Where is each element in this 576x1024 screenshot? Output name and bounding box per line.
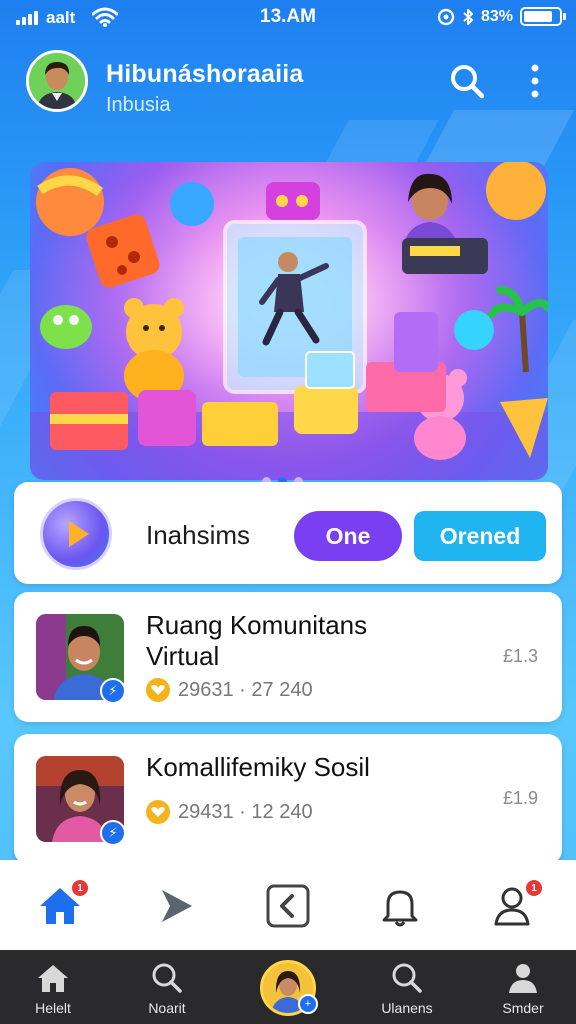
filter-one-button[interactable]: One bbox=[294, 511, 402, 561]
nav-label: Ulanens bbox=[381, 1000, 433, 1016]
nav-item-home[interactable]: Helelt bbox=[8, 950, 98, 1024]
more-vertical-icon[interactable] bbox=[524, 62, 546, 100]
nav-item-search[interactable]: Noarit bbox=[122, 950, 212, 1024]
alarm-icon bbox=[437, 8, 455, 25]
nav-item-explore[interactable]: Ulanens bbox=[362, 950, 452, 1024]
bluetooth-icon bbox=[463, 8, 473, 25]
profile-avatar[interactable] bbox=[26, 50, 88, 112]
item-meta: 29431 · 12 240 bbox=[146, 800, 313, 824]
list-item[interactable]: ⚡ Ruang Komunitans Virtual 29631 · 27 24… bbox=[14, 592, 562, 722]
virtual-community-game-banner bbox=[30, 162, 548, 480]
nav-label: Smder bbox=[502, 1000, 544, 1016]
user-icon bbox=[509, 964, 537, 993]
battery-icon bbox=[520, 7, 566, 26]
app-title: Hibunáshoraaiia bbox=[106, 60, 304, 88]
item-price: £1.3 bbox=[502, 646, 538, 666]
search-icon bbox=[152, 963, 182, 993]
filter-card: Inahsims One Orened bbox=[14, 482, 562, 584]
play-button[interactable] bbox=[40, 498, 112, 570]
nav-item-profile[interactable]: Smder bbox=[478, 950, 568, 1024]
featured-banner[interactable] bbox=[30, 162, 548, 480]
status-bar: aalt 13.AM 83% bbox=[0, 0, 576, 36]
play-arrow-icon bbox=[69, 521, 89, 547]
app-tab-bar: 1 1 bbox=[0, 860, 576, 950]
heart-coin-icon bbox=[146, 678, 170, 702]
list-item[interactable]: ⚡ Komallifemiky Sosil 29431 · 12 240 £1.… bbox=[14, 734, 562, 864]
bell-icon[interactable] bbox=[376, 882, 424, 930]
search-icon[interactable] bbox=[448, 62, 486, 100]
notification-badge: 1 bbox=[72, 880, 88, 896]
back-square-icon[interactable] bbox=[264, 882, 312, 930]
item-meta: 29631 · 27 240 bbox=[146, 678, 313, 702]
plus-icon: + bbox=[298, 994, 318, 1014]
app-subtitle: Inbusia bbox=[106, 94, 171, 116]
notification-badge: 1 bbox=[526, 880, 542, 896]
search-icon bbox=[392, 963, 422, 993]
filter-opened-button[interactable]: Orened bbox=[414, 511, 546, 561]
item-title: Ruang Komunitans Virtual bbox=[146, 610, 368, 671]
lightning-icon: ⚡ bbox=[100, 820, 126, 846]
item-title: Komallifemiky Sosil bbox=[146, 752, 370, 782]
item-price: £1.9 bbox=[502, 788, 538, 808]
lightning-icon: ⚡ bbox=[100, 678, 126, 704]
play-arrow-icon[interactable] bbox=[152, 882, 200, 930]
home-icon bbox=[38, 965, 68, 992]
battery-percent: 83% bbox=[480, 7, 513, 25]
app-header: Hibunáshoraaiia Inbusia bbox=[0, 44, 576, 124]
nav-label: Helelt bbox=[35, 1000, 71, 1016]
heart-coin-icon bbox=[146, 800, 170, 824]
nav-label: Noarit bbox=[148, 1000, 186, 1016]
item-stats: 29431 · 12 240 bbox=[178, 800, 313, 823]
filter-label: Inahsims bbox=[146, 520, 251, 550]
item-stats: 29631 · 27 240 bbox=[178, 678, 313, 701]
